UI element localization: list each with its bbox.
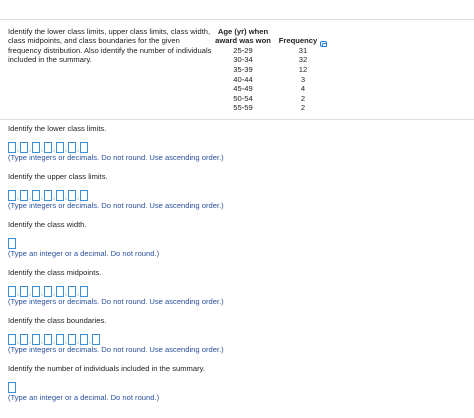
- cell-age: 45-49: [233, 84, 253, 94]
- answer-box[interactable]: [56, 286, 64, 297]
- table-header: Age (yr) when award was won Frequency: [213, 27, 333, 47]
- boundaries-hint: (Type integers or decimals. Do not round…: [8, 345, 224, 354]
- answer-box[interactable]: [80, 190, 88, 201]
- cell-frequency: 12: [298, 65, 308, 74]
- cell-frequency: 4: [300, 84, 306, 94]
- boundaries-inputs: , , , , , , ,: [8, 333, 224, 345]
- table-row: 55-59 2: [213, 103, 333, 113]
- table-row: 40-44 3: [213, 75, 333, 85]
- class-width-prompt: Identify the class width.: [8, 220, 87, 229]
- answer-box[interactable]: [68, 286, 76, 297]
- answer-box[interactable]: [92, 334, 100, 345]
- table-row: 35-39 12: [213, 65, 333, 75]
- table-row: 50-54 2: [213, 94, 333, 104]
- answer-box[interactable]: [56, 190, 64, 201]
- answer-box[interactable]: [68, 142, 76, 153]
- individuals-section: Identify the number of individuals inclu…: [8, 364, 205, 402]
- upper-limits-prompt: Identify the upper class limits.: [8, 172, 108, 181]
- cell-frequency: 32: [298, 55, 308, 65]
- individuals-prompt: Identify the number of individuals inclu…: [8, 364, 205, 373]
- lower-limits-inputs: , , , , , ,: [8, 141, 224, 153]
- cell-age: 55-59: [233, 103, 253, 113]
- answer-box[interactable]: [32, 286, 40, 297]
- copy-icon[interactable]: [320, 40, 328, 47]
- answer-box[interactable]: [32, 142, 40, 153]
- answer-box[interactable]: [32, 334, 40, 345]
- header-frequency-label: Frequency: [278, 36, 318, 46]
- answer-box[interactable]: [56, 334, 64, 345]
- cell-age: 35-39: [233, 65, 253, 74]
- frequency-table: Age (yr) when award was won Frequency 25…: [213, 27, 333, 113]
- cell-age: 40-44: [233, 74, 253, 84]
- answer-box[interactable]: [20, 142, 28, 153]
- midpoints-section: Identify the class midpoints. , , , , , …: [8, 268, 224, 306]
- table-row: 45-49 4: [213, 84, 333, 94]
- upper-limits-inputs: , , , , , ,: [8, 189, 224, 201]
- cell-frequency: 3: [300, 74, 306, 84]
- answer-box[interactable]: [44, 190, 52, 201]
- answer-box[interactable]: [44, 334, 52, 345]
- header-age: Age (yr) when award was won: [215, 27, 271, 46]
- answer-box[interactable]: [8, 382, 16, 393]
- lower-limits-section: Identify the lower class limits. , , , ,…: [8, 124, 224, 162]
- table-row: 25-29 31: [213, 46, 333, 56]
- individuals-hint: (Type an integer or a decimal. Do not ro…: [8, 393, 160, 402]
- problem-statement: Identify the lower class limits, upper c…: [8, 27, 212, 65]
- boundaries-prompt: Identify the class boundaries.: [8, 316, 107, 325]
- answer-box[interactable]: [8, 142, 16, 153]
- cell-frequency: 31: [298, 45, 308, 55]
- answer-box[interactable]: [68, 334, 76, 345]
- upper-limits-hint: (Type integers or decimals. Do not round…: [8, 201, 224, 210]
- class-width-section: Identify the class width. (Type an integ…: [8, 220, 159, 258]
- answer-box[interactable]: [8, 190, 16, 201]
- answer-box[interactable]: [8, 286, 16, 297]
- answer-box[interactable]: [80, 334, 88, 345]
- cell-age: 50-54: [233, 93, 253, 103]
- upper-limits-section: Identify the upper class limits. , , , ,…: [8, 172, 224, 210]
- individuals-inputs: [8, 381, 205, 393]
- boundaries-section: Identify the class boundaries. , , , , ,…: [8, 316, 224, 354]
- lower-limits-hint: (Type integers or decimals. Do not round…: [8, 153, 224, 162]
- answer-box[interactable]: [44, 286, 52, 297]
- midpoints-inputs: , , , , , ,: [8, 285, 224, 297]
- cell-frequency: 2: [300, 93, 306, 103]
- answer-box[interactable]: [20, 334, 28, 345]
- answer-box[interactable]: [8, 238, 16, 249]
- answer-box[interactable]: [44, 142, 52, 153]
- cell-frequency: 2: [300, 103, 306, 113]
- answer-box[interactable]: [20, 190, 28, 201]
- top-divider: [0, 19, 474, 20]
- cell-age: 25-29: [233, 45, 253, 55]
- answer-box[interactable]: [80, 286, 88, 297]
- answer-box[interactable]: [20, 286, 28, 297]
- class-width-hint: (Type an integer or a decimal. Do not ro…: [8, 249, 160, 258]
- class-width-inputs: [8, 237, 159, 249]
- answer-box[interactable]: [8, 334, 16, 345]
- answer-box[interactable]: [32, 190, 40, 201]
- cell-age: 30-34: [233, 55, 253, 65]
- header-frequency: Frequency: [273, 27, 333, 47]
- section-divider: [0, 119, 474, 120]
- answer-box[interactable]: [80, 142, 88, 153]
- midpoints-prompt: Identify the class midpoints.: [8, 268, 102, 277]
- table-row: 30-34 32: [213, 55, 333, 65]
- lower-limits-prompt: Identify the lower class limits.: [8, 124, 107, 133]
- answer-box[interactable]: [68, 190, 76, 201]
- midpoints-hint: (Type integers or decimals. Do not round…: [8, 297, 224, 306]
- answer-box[interactable]: [56, 142, 64, 153]
